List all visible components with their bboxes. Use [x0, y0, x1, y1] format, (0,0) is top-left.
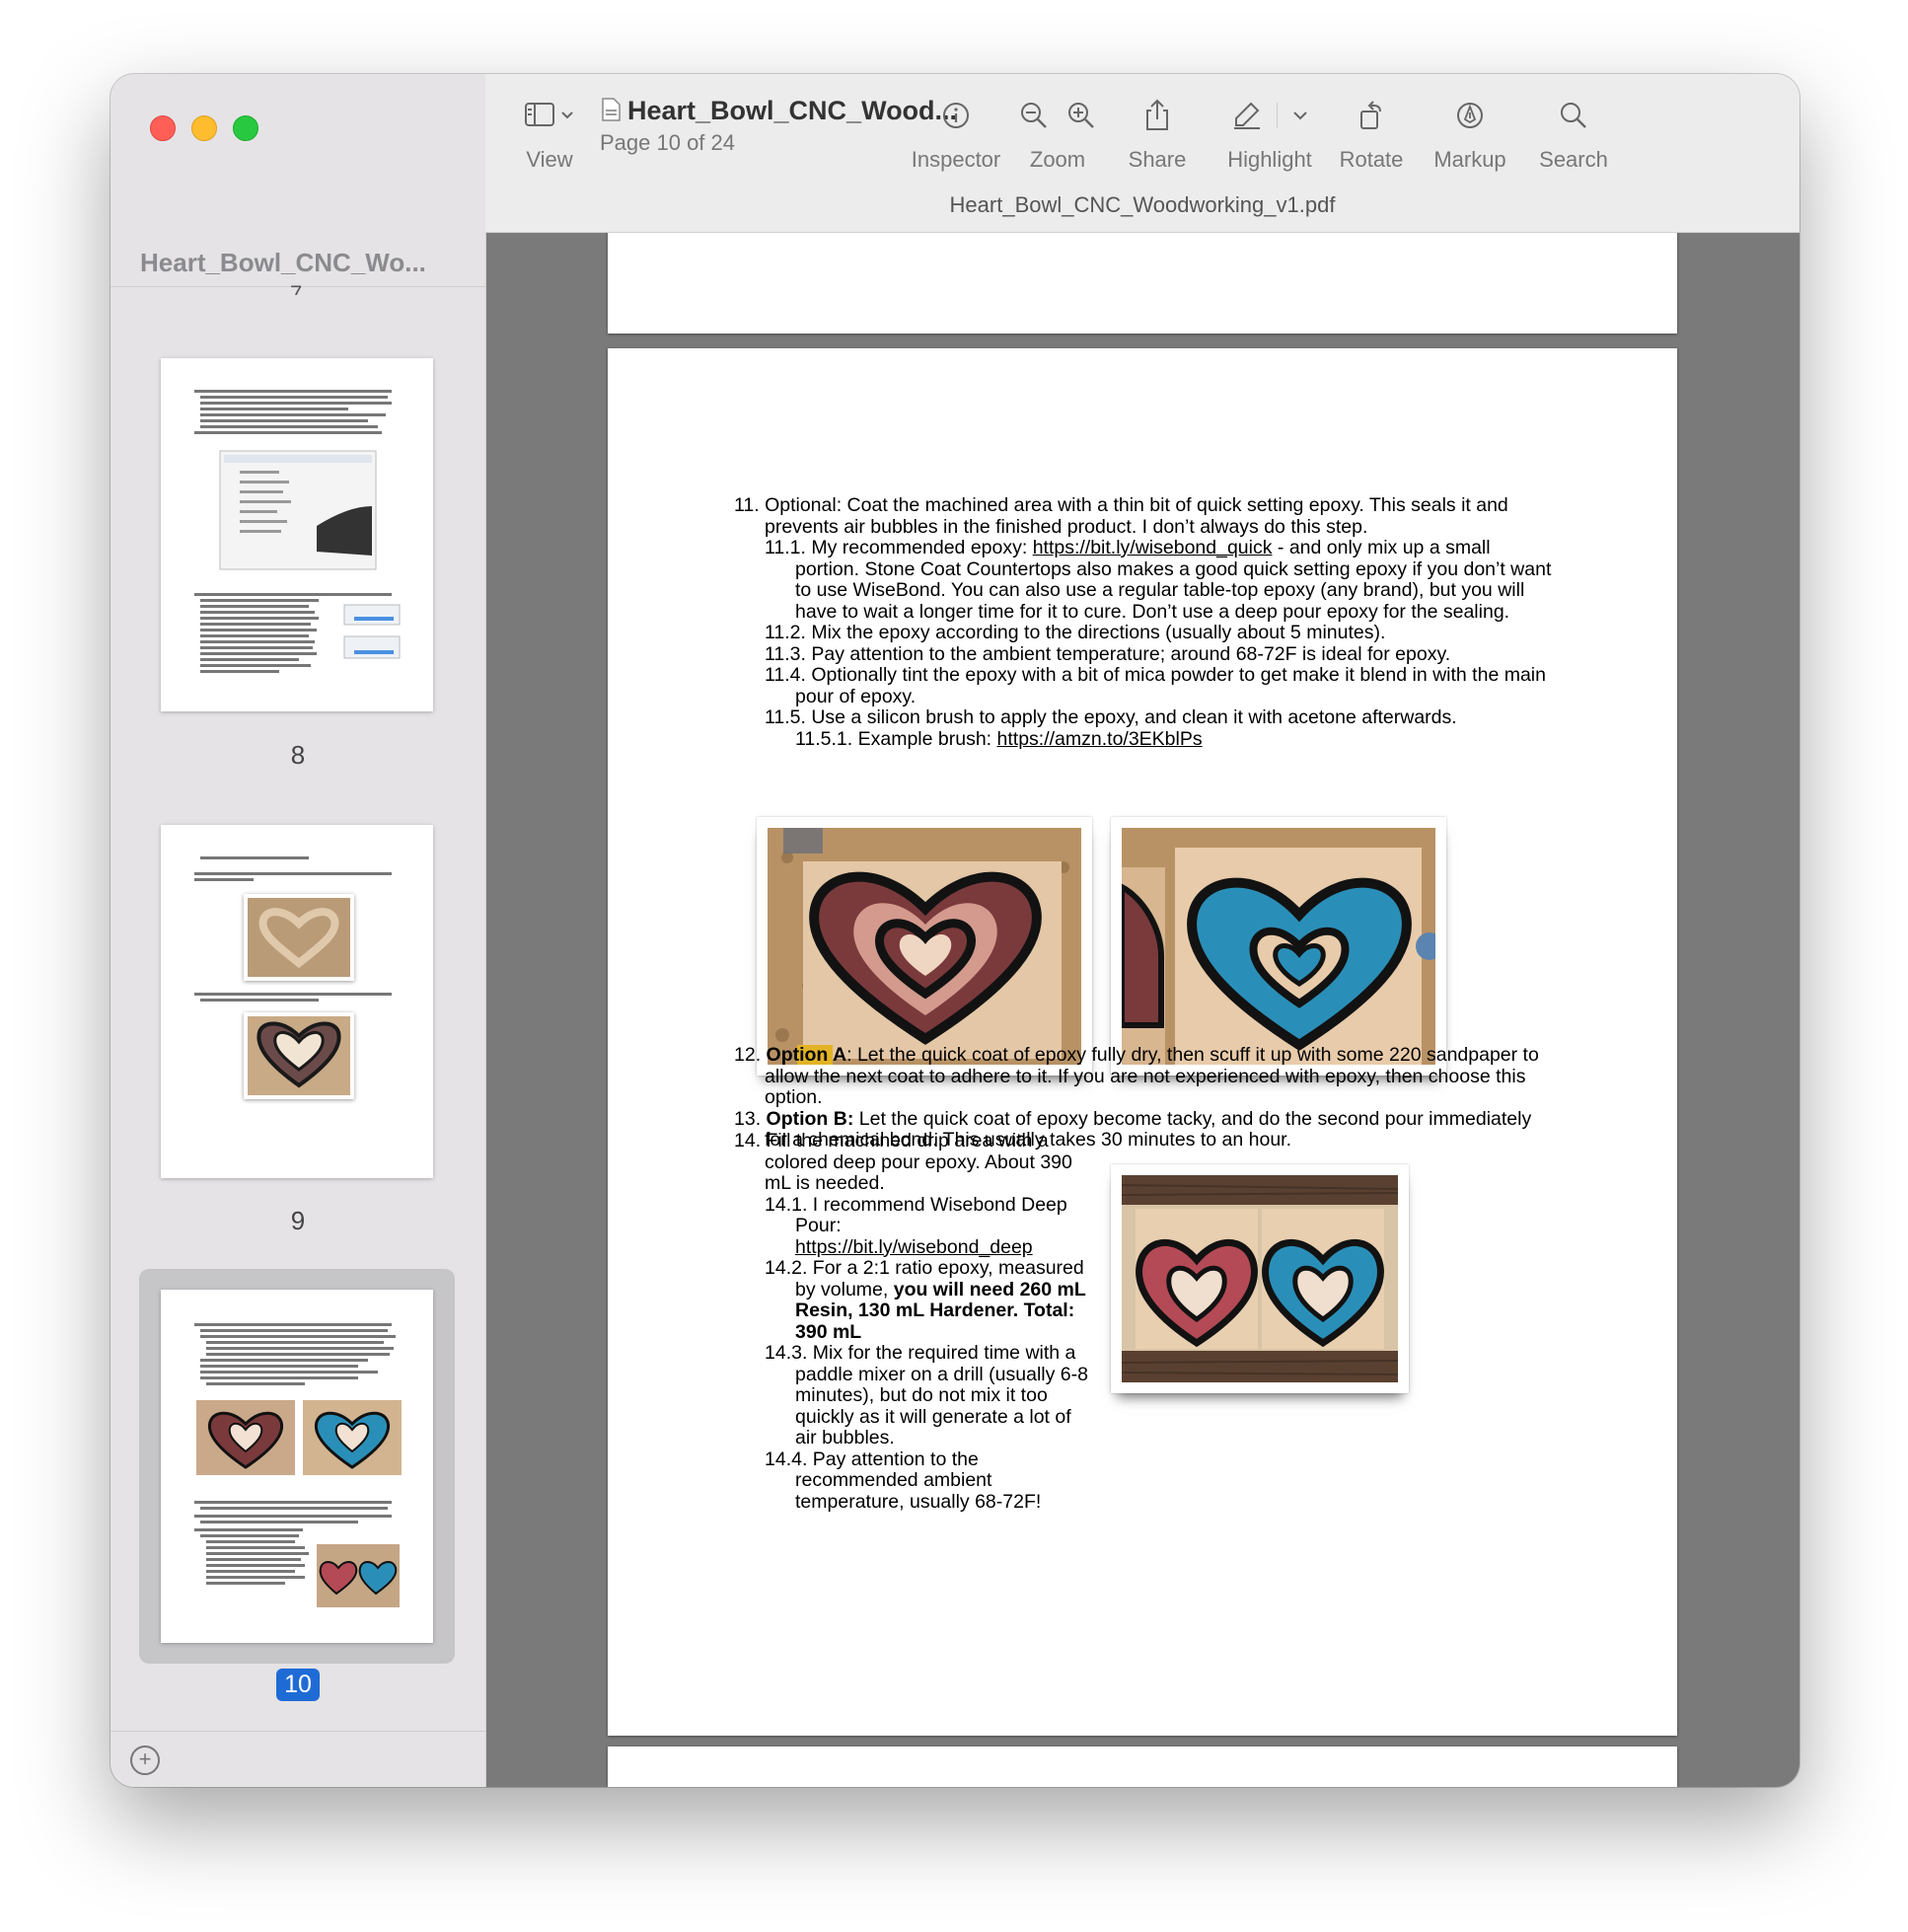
step-14-block: 14. Fill the machined drip area with a c…	[734, 1130, 1089, 1513]
document-view[interactable]: 11. Optional: Coat the machined area wit…	[486, 233, 1799, 1787]
option-a-label: Option A	[766, 1044, 847, 1066]
inspector-label: Inspector	[911, 147, 1001, 172]
thumbnail-sidebar: Heart_Bowl_CNC_Wo... 7 8 9 10 +	[110, 74, 486, 1787]
share-label: Share	[1128, 147, 1187, 172]
sidebar-icon	[525, 103, 573, 126]
view-label: View	[526, 147, 573, 172]
toolbar: View Heart_Bowl_CNC_Wood... Page 10 of 2…	[485, 74, 1799, 233]
thumbnail-page-10-preview	[194, 1323, 402, 1607]
chevron-down-icon[interactable]	[1291, 109, 1309, 122]
rotate-icon	[1360, 101, 1381, 129]
step-14-2: 14.2. For a 2:1 ratio epoxy, measured by…	[765, 1257, 1089, 1343]
thumbnail-page-8-preview	[194, 390, 401, 673]
blue-heart-photo-image	[1122, 828, 1435, 1065]
two-hearts-photo-image	[1122, 1175, 1398, 1382]
photo-two-hearts	[1111, 1164, 1409, 1393]
zoom-label: Zoom	[1029, 147, 1086, 172]
step-14-1: 14.1. I recommend Wisebond Deep Pour: htt…	[765, 1193, 1089, 1259]
step-12-text: : Let the quick coat of epoxy fully dry,…	[765, 1044, 1539, 1108]
step-11-3: 11.3. Pay attention to the ambient tempe…	[765, 642, 1451, 665]
preview-window: Heart_Bowl_CNC_Wo... 7 8 9 10 + View Hea…	[110, 74, 1799, 1787]
step-11: 11. Optional: Coat the machined area wit…	[734, 494, 1508, 538]
share-button[interactable]: Share	[1118, 94, 1197, 173]
thumbnail-page-9-preview	[194, 856, 392, 1099]
rotate-button[interactable]: Rotate	[1332, 94, 1411, 173]
search-icon	[1561, 103, 1586, 128]
selected-page-badge: 10	[276, 1669, 320, 1701]
highlight-button[interactable]: Highlight	[1215, 94, 1324, 173]
step-11-5-1: 11.5.1. Example brush: https://amzn.to/3…	[795, 727, 1553, 751]
rotate-label: Rotate	[1339, 147, 1404, 172]
step-11-1-intro: 11.1. My recommended epoxy:	[765, 537, 1033, 558]
zoom-control[interactable]: Zoom	[1008, 94, 1107, 173]
thumbnail-label-10: 10	[110, 1669, 485, 1701]
step-14-4: 14.4. Pay attention to the recommended a…	[765, 1448, 1042, 1513]
thumbnail-label-8: 8	[290, 740, 306, 770]
step-11-2: 11.2. Mix the epoxy according to the dir…	[765, 622, 1386, 643]
markup-label: Markup	[1433, 147, 1506, 172]
search-button[interactable]: Search	[1529, 94, 1618, 173]
thumbnail-page-9[interactable]	[161, 825, 433, 1178]
file-name-caption: Heart_Bowl_CNC_Woodworking_v1.pdf	[949, 192, 1336, 217]
inspector-button[interactable]: Inspector	[904, 94, 1008, 173]
window-controls	[150, 115, 258, 141]
pdf-page-previous	[608, 233, 1677, 334]
option-b-label: Option B:	[766, 1107, 854, 1130]
step-12-number: 12.	[734, 1044, 767, 1066]
pdf-page-next	[608, 1746, 1677, 1787]
wisebond-deep-link[interactable]: https://bit.ly/wisebond_deep	[795, 1236, 1033, 1258]
pdf-file-icon	[602, 98, 621, 121]
markup-pen-icon	[1457, 103, 1483, 128]
share-icon	[1146, 99, 1168, 130]
step-12: 12. Option A: Let the quick coat of epox…	[734, 1044, 1553, 1109]
zoom-out-icon[interactable]	[1019, 101, 1049, 130]
step-11-5-1-intro: 11.5.1. Example brush:	[795, 727, 997, 750]
step-11-5: 11.5. Use a silicon brush to apply the e…	[765, 706, 1457, 728]
close-button[interactable]	[150, 115, 176, 141]
thumbnail-label-9: 9	[290, 1206, 306, 1235]
step-11-4: 11.4. Optionally tint the epoxy with a b…	[765, 664, 1546, 707]
wisebond-quick-link[interactable]: https://bit.ly/wisebond_quick	[1033, 537, 1273, 558]
thumbnail-label-cutoff: 7	[290, 281, 303, 295]
sidebar-title: Heart_Bowl_CNC_Wo...	[140, 248, 426, 277]
highlighter-icon	[1233, 102, 1260, 129]
red-heart-photo-image	[768, 828, 1081, 1065]
step-13-number: 13.	[734, 1107, 767, 1130]
pdf-page-10: 11. Optional: Coat the machined area wit…	[608, 348, 1677, 1736]
view-menu-button[interactable]: View	[515, 94, 584, 173]
sidebar-footer: +	[110, 1731, 485, 1787]
step-14-3: 14.3. Mix for the required time with a p…	[765, 1342, 1088, 1449]
markup-button[interactable]: Markup	[1426, 94, 1514, 173]
photo-blue-heart	[1111, 817, 1446, 1076]
brush-link[interactable]: https://amzn.to/3EKblPs	[997, 728, 1203, 750]
photo-red-heart	[757, 817, 1092, 1076]
info-icon	[943, 103, 969, 128]
add-page-button[interactable]: +	[130, 1746, 160, 1775]
fullscreen-button[interactable]	[233, 115, 258, 141]
step-11-block: 11. Optional: Coat the machined area wit…	[734, 494, 1553, 751]
zoom-in-icon[interactable]	[1066, 101, 1096, 130]
thumbnail-page-8[interactable]	[161, 358, 433, 711]
minimize-button[interactable]	[191, 115, 217, 141]
search-label: Search	[1539, 147, 1608, 172]
step-11-1: 11.1. My recommended epoxy: https://bit.…	[765, 537, 1553, 623]
step-14-1-text: 14.1. I recommend Wisebond Deep Pour:	[765, 1193, 1067, 1236]
highlight-label: Highlight	[1227, 147, 1312, 172]
thumbnail-page-10[interactable]	[161, 1290, 433, 1643]
step-14: 14. Fill the machined drip area with a c…	[734, 1130, 1072, 1194]
